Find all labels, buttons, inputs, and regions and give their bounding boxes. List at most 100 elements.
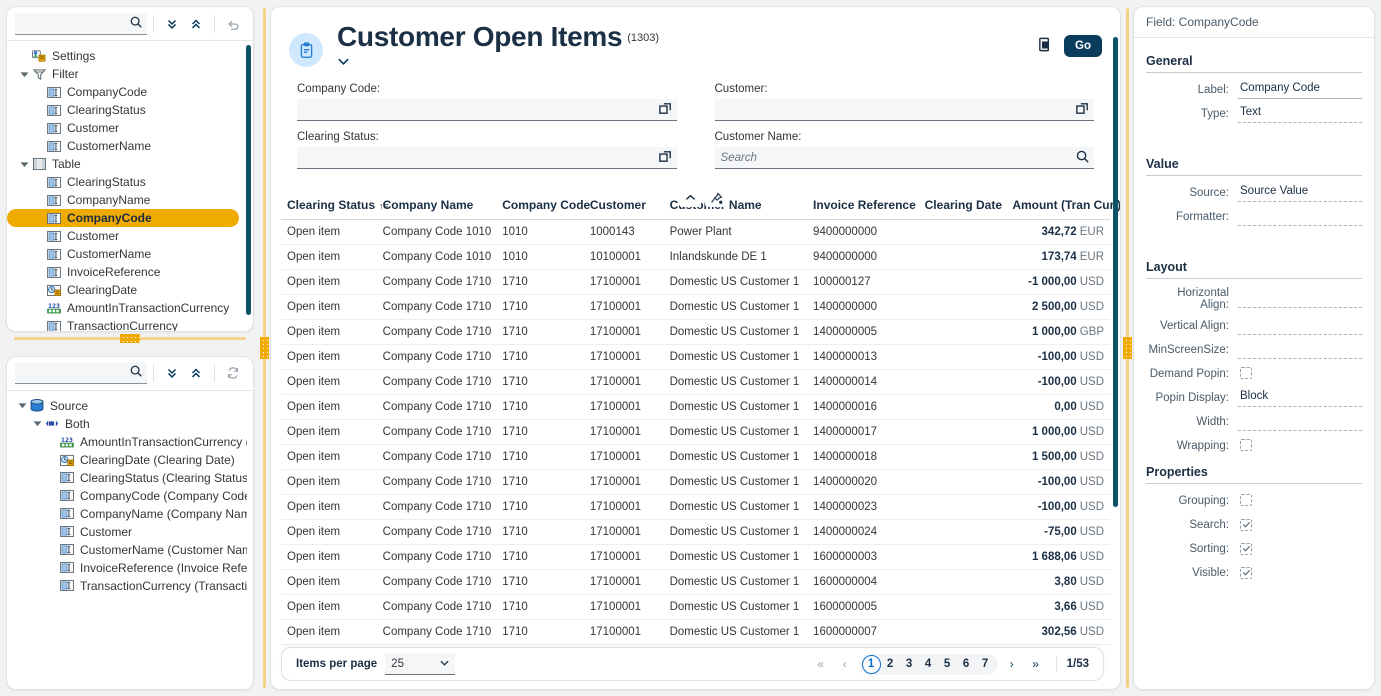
structure-tree-scrollbar[interactable] xyxy=(246,45,251,315)
page-number-3[interactable]: 3 xyxy=(900,655,919,674)
checkbox[interactable] xyxy=(1240,518,1252,531)
table-row[interactable]: Open item Company Code 1710 1710 17100001 Do… xyxy=(281,544,1110,570)
table-row[interactable]: Open item Company Code 1010 1010 1000143 Pow… xyxy=(281,219,1110,245)
table-row[interactable]: Open item Company Code 1710 1710 17100001 Do… xyxy=(281,444,1110,470)
tree-item[interactable]: Table xyxy=(7,155,253,173)
column-header[interactable]: Amount (Tran Cur.) xyxy=(1006,191,1120,220)
filter-input[interactable] xyxy=(714,99,1094,121)
twisty-expanded-icon[interactable] xyxy=(17,71,31,78)
twisty-expanded-icon[interactable] xyxy=(15,402,29,409)
column-header[interactable]: Invoice Reference xyxy=(807,191,919,220)
tree-item[interactable]: Customer xyxy=(7,227,253,245)
table-row[interactable]: Open item Company Code 1710 1710 17100001 Do… xyxy=(281,494,1110,520)
column-header[interactable]: Company Name xyxy=(376,191,497,220)
expand-all-button[interactable] xyxy=(160,361,184,385)
table-row[interactable]: Open item Company Code 1710 1710 17100001 Do… xyxy=(281,419,1110,445)
value-help-icon[interactable] xyxy=(658,101,673,119)
checkbox[interactable] xyxy=(1240,438,1252,451)
page-number-list[interactable]: 1234567 xyxy=(858,653,998,675)
column-header[interactable]: Customer xyxy=(583,191,664,220)
table-row[interactable]: Open item Company Code 1710 1710 17100001 Do… xyxy=(281,594,1110,620)
page-number-7[interactable]: 7 xyxy=(976,655,995,674)
tree-item[interactable]: 123 AmountInTransactionCurrency (Amo xyxy=(7,433,253,451)
filter-input[interactable] xyxy=(297,147,677,169)
preview-vertical-scrollbar[interactable] xyxy=(1113,37,1118,507)
tree-item[interactable]: ClearingStatus (Clearing Status) xyxy=(7,469,253,487)
tree-item[interactable]: Settings xyxy=(7,47,253,65)
page-number-5[interactable]: 5 xyxy=(938,655,957,674)
collapse-all-button[interactable] xyxy=(184,361,208,385)
source-search-input[interactable] xyxy=(15,362,147,385)
splitter-grip-icon[interactable] xyxy=(1122,337,1132,359)
table-row[interactable]: Open item Company Code 1710 1710 17100001 Do… xyxy=(281,469,1110,495)
tree-item[interactable]: CustomerName (Customer Name) xyxy=(7,541,253,559)
tree-item[interactable]: Filter xyxy=(7,65,253,83)
value-help-icon[interactable] xyxy=(658,149,673,167)
chevron-down-icon[interactable] xyxy=(337,55,1037,69)
pin-settings-icon[interactable] xyxy=(705,189,727,207)
tree-item[interactable]: 123 AmountInTransactionCurrency xyxy=(7,299,253,317)
refresh-button[interactable] xyxy=(221,361,245,385)
previous-page-button[interactable]: ‹ xyxy=(835,654,855,674)
items-per-page-select[interactable]: 25 xyxy=(385,653,456,675)
checkbox[interactable] xyxy=(1240,566,1252,579)
structure-search-input[interactable] xyxy=(15,12,147,35)
property-value[interactable] xyxy=(1238,291,1362,308)
tree-item[interactable]: Both xyxy=(7,415,253,433)
tree-item[interactable]: Customer xyxy=(7,523,253,541)
results-table-body[interactable]: Open item Company Code 1010 1010 1000143 Pow… xyxy=(281,219,1110,645)
tree-item[interactable]: ClearingStatus xyxy=(7,173,253,191)
property-value[interactable]: Source Value xyxy=(1238,185,1362,202)
table-row[interactable]: Open item Company Code 1710 1710 17100001 Do… xyxy=(281,569,1110,595)
column-header[interactable]: Clearing Date xyxy=(918,191,1007,220)
page-number-2[interactable]: 2 xyxy=(881,655,900,674)
right-vertical-splitter[interactable] xyxy=(1121,0,1133,696)
splitter-grip-icon[interactable] xyxy=(259,337,269,359)
checkbox[interactable] xyxy=(1240,366,1252,379)
first-page-button[interactable]: « xyxy=(811,654,831,674)
table-row[interactable]: Open item Company Code 1710 1710 17100001 Do… xyxy=(281,369,1110,395)
tree-item[interactable]: TransactionCurrency xyxy=(7,317,253,332)
collapse-all-button[interactable] xyxy=(184,12,208,36)
go-button[interactable]: Go xyxy=(1064,35,1102,57)
table-row[interactable]: Open item Company Code 1710 1710 17100001 Do… xyxy=(281,619,1110,645)
search-icon[interactable] xyxy=(1075,149,1090,167)
source-tree-body[interactable]: Source Both 123 AmountInTransactionCurrency… xyxy=(7,391,253,689)
property-value[interactable] xyxy=(1238,414,1362,431)
page-number-1[interactable]: 1 xyxy=(861,654,881,674)
table-row[interactable]: Open item Company Code 1710 1710 17100001 Do… xyxy=(281,269,1110,295)
value-help-icon[interactable] xyxy=(1075,101,1090,119)
left-vertical-splitter[interactable] xyxy=(258,0,270,696)
tree-item[interactable]: CompanyCode xyxy=(7,83,253,101)
table-row[interactable]: Open item Company Code 1710 1710 17100001 Do… xyxy=(281,394,1110,420)
checkbox[interactable] xyxy=(1240,493,1252,506)
search-icon[interactable] xyxy=(129,364,143,381)
splitter-grip-icon[interactable] xyxy=(120,333,140,343)
property-value[interactable]: Text xyxy=(1238,106,1362,123)
property-value[interactable] xyxy=(1238,318,1362,335)
horizontal-splitter[interactable] xyxy=(6,332,254,344)
table-row[interactable]: Open item Company Code 1710 1710 17100001 Do… xyxy=(281,344,1110,370)
tree-item[interactable]: Source xyxy=(7,397,253,415)
next-page-button[interactable]: › xyxy=(1002,654,1022,674)
property-value[interactable] xyxy=(1238,342,1362,359)
expand-all-button[interactable] xyxy=(160,12,184,36)
tree-item[interactable]: CompanyName (Company Name) xyxy=(7,505,253,523)
search-icon[interactable] xyxy=(129,15,143,32)
tree-item[interactable]: ClearingDate xyxy=(7,281,253,299)
collapse-header-button[interactable] xyxy=(679,189,701,207)
table-row[interactable]: Open item Company Code 1710 1710 17100001 Do… xyxy=(281,294,1110,320)
table-row[interactable]: Open item Company Code 1010 1010 10100001 In… xyxy=(281,244,1110,270)
tree-item[interactable]: CustomerName xyxy=(7,245,253,263)
tree-item[interactable]: CustomerName xyxy=(7,137,253,155)
filter-input[interactable] xyxy=(714,147,1094,169)
page-number-4[interactable]: 4 xyxy=(919,655,938,674)
tree-item[interactable]: CompanyCode (Company Code) xyxy=(7,487,253,505)
checkbox[interactable] xyxy=(1240,542,1252,555)
twisty-expanded-icon[interactable] xyxy=(30,420,44,427)
tree-item[interactable]: CompanyName xyxy=(7,191,253,209)
table-row[interactable]: Open item Company Code 1710 1710 17100001 Do… xyxy=(281,519,1110,545)
page-number-6[interactable]: 6 xyxy=(957,655,976,674)
filter-input[interactable] xyxy=(297,99,677,121)
property-value[interactable]: Block xyxy=(1238,390,1362,407)
